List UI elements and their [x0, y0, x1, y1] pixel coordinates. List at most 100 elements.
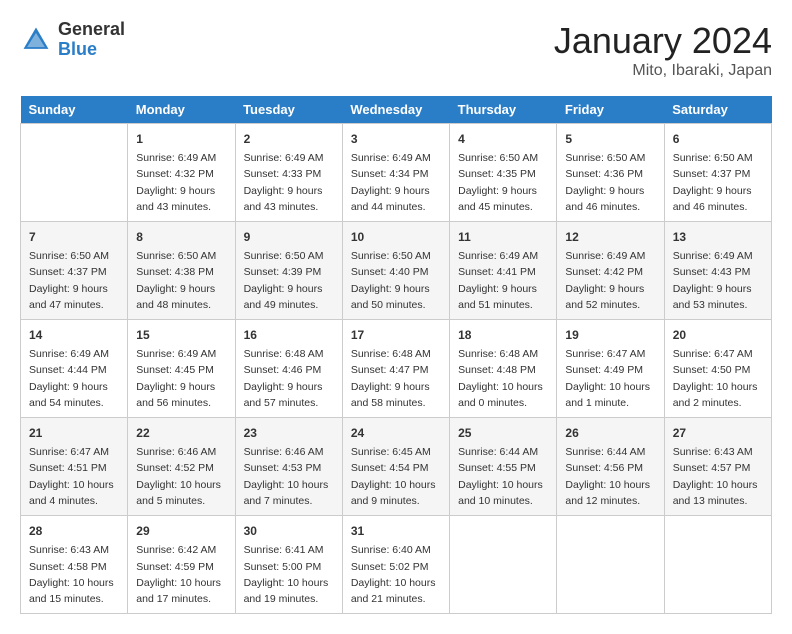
calendar-cell: 27 Sunrise: 6:43 AM Sunset: 4:57 PM Dayli… — [664, 418, 771, 516]
calendar-cell: 10 Sunrise: 6:50 AM Sunset: 4:40 PM Dayli… — [342, 222, 449, 320]
day-number: 29 — [136, 522, 226, 540]
day-number: 21 — [29, 424, 119, 442]
day-info: Sunrise: 6:50 AM Sunset: 4:38 PM Dayligh… — [136, 248, 226, 313]
day-info: Sunrise: 6:49 AM Sunset: 4:42 PM Dayligh… — [565, 248, 655, 313]
calendar-week-row: 1Sunrise: 6:49 AM Sunset: 4:32 PM Daylig… — [21, 124, 772, 222]
column-header-thursday: Thursday — [450, 96, 557, 124]
day-number: 25 — [458, 424, 548, 442]
column-header-saturday: Saturday — [664, 96, 771, 124]
day-number: 19 — [565, 326, 655, 344]
calendar-cell: 14 Sunrise: 6:49 AM Sunset: 4:44 PM Dayli… — [21, 320, 128, 418]
calendar-header-row: SundayMondayTuesdayWednesdayThursdayFrid… — [21, 96, 772, 124]
calendar-cell: 28 Sunrise: 6:43 AM Sunset: 4:58 PM Dayli… — [21, 516, 128, 614]
calendar-cell: 21Sunrise: 6:47 AM Sunset: 4:51 PM Dayli… — [21, 418, 128, 516]
day-info: Sunrise: 6:40 AM Sunset: 5:02 PM Dayligh… — [351, 542, 441, 607]
calendar-cell: 23Sunrise: 6:46 AM Sunset: 4:53 PM Dayli… — [235, 418, 342, 516]
location: Mito, Ibaraki, Japan — [554, 62, 772, 80]
day-number: 15 — [136, 326, 226, 344]
page-header: General Blue January 2024 Mito, Ibaraki,… — [20, 20, 772, 80]
day-info: Sunrise: 6:50 AM Sunset: 4:37 PM Dayligh… — [29, 248, 119, 313]
day-info: Sunrise: 6:46 AM Sunset: 4:52 PM Dayligh… — [136, 444, 226, 509]
day-number: 31 — [351, 522, 441, 540]
calendar-cell: 3 Sunrise: 6:49 AM Sunset: 4:34 PM Daylig… — [342, 124, 449, 222]
day-number: 17 — [351, 326, 441, 344]
day-number: 27 — [673, 424, 763, 442]
calendar-cell: 22 Sunrise: 6:46 AM Sunset: 4:52 PM Dayli… — [128, 418, 235, 516]
day-info: Sunrise: 6:50 AM Sunset: 4:37 PM Dayligh… — [673, 150, 763, 215]
calendar-cell: 15 Sunrise: 6:49 AM Sunset: 4:45 PM Dayli… — [128, 320, 235, 418]
calendar-cell: 6 Sunrise: 6:50 AM Sunset: 4:37 PM Daylig… — [664, 124, 771, 222]
day-number: 16 — [244, 326, 334, 344]
day-number: 8 — [136, 228, 226, 246]
calendar-cell: 25 Sunrise: 6:44 AM Sunset: 4:55 PM Dayli… — [450, 418, 557, 516]
day-number: 18 — [458, 326, 548, 344]
day-info: Sunrise: 6:49 AM Sunset: 4:34 PM Dayligh… — [351, 150, 441, 215]
day-info: Sunrise: 6:44 AM Sunset: 4:55 PM Dayligh… — [458, 444, 548, 509]
day-number: 2 — [244, 130, 334, 148]
column-header-sunday: Sunday — [21, 96, 128, 124]
day-number: 10 — [351, 228, 441, 246]
day-number: 6 — [673, 130, 763, 148]
day-number: 12 — [565, 228, 655, 246]
day-number: 26 — [565, 424, 655, 442]
day-info: Sunrise: 6:49 AM Sunset: 4:44 PM Dayligh… — [29, 346, 119, 411]
day-info: Sunrise: 6:50 AM Sunset: 4:39 PM Dayligh… — [244, 248, 334, 313]
day-info: Sunrise: 6:49 AM Sunset: 4:45 PM Dayligh… — [136, 346, 226, 411]
day-info: Sunrise: 6:49 AM Sunset: 4:43 PM Dayligh… — [673, 248, 763, 313]
day-info: Sunrise: 6:46 AM Sunset: 4:53 PM Dayligh… — [244, 444, 334, 509]
day-info: Sunrise: 6:48 AM Sunset: 4:47 PM Dayligh… — [351, 346, 441, 411]
day-number: 1 — [136, 130, 226, 148]
day-number: 14 — [29, 326, 119, 344]
day-info: Sunrise: 6:49 AM Sunset: 4:33 PM Dayligh… — [244, 150, 334, 215]
day-info: Sunrise: 6:43 AM Sunset: 4:58 PM Dayligh… — [29, 542, 119, 607]
day-number: 28 — [29, 522, 119, 540]
calendar-cell: 8 Sunrise: 6:50 AM Sunset: 4:38 PM Daylig… — [128, 222, 235, 320]
day-number: 3 — [351, 130, 441, 148]
day-number: 30 — [244, 522, 334, 540]
calendar-cell: 24Sunrise: 6:45 AM Sunset: 4:54 PM Dayli… — [342, 418, 449, 516]
calendar-cell: 18 Sunrise: 6:48 AM Sunset: 4:48 PM Dayli… — [450, 320, 557, 418]
calendar-cell: 17 Sunrise: 6:48 AM Sunset: 4:47 PM Dayli… — [342, 320, 449, 418]
calendar-cell: 30 Sunrise: 6:41 AM Sunset: 5:00 PM Dayli… — [235, 516, 342, 614]
calendar-cell: 11Sunrise: 6:49 AM Sunset: 4:41 PM Dayli… — [450, 222, 557, 320]
calendar-week-row: 21Sunrise: 6:47 AM Sunset: 4:51 PM Dayli… — [21, 418, 772, 516]
day-number: 5 — [565, 130, 655, 148]
day-number: 4 — [458, 130, 548, 148]
day-number: 22 — [136, 424, 226, 442]
calendar-cell: 4Sunrise: 6:50 AM Sunset: 4:35 PM Daylig… — [450, 124, 557, 222]
calendar-cell — [21, 124, 128, 222]
calendar-cell: 7 Sunrise: 6:50 AM Sunset: 4:37 PM Daylig… — [21, 222, 128, 320]
calendar-cell: 13Sunrise: 6:49 AM Sunset: 4:43 PM Dayli… — [664, 222, 771, 320]
column-header-friday: Friday — [557, 96, 664, 124]
logo-blue-text: Blue — [58, 40, 125, 60]
logo: General Blue — [20, 20, 125, 60]
calendar-cell: 26 Sunrise: 6:44 AM Sunset: 4:56 PM Dayli… — [557, 418, 664, 516]
day-info: Sunrise: 6:43 AM Sunset: 4:57 PM Dayligh… — [673, 444, 763, 509]
day-info: Sunrise: 6:42 AM Sunset: 4:59 PM Dayligh… — [136, 542, 226, 607]
day-number: 11 — [458, 228, 548, 246]
calendar-cell: 29 Sunrise: 6:42 AM Sunset: 4:59 PM Dayli… — [128, 516, 235, 614]
day-info: Sunrise: 6:47 AM Sunset: 4:49 PM Dayligh… — [565, 346, 655, 411]
calendar-week-row: 28 Sunrise: 6:43 AM Sunset: 4:58 PM Dayli… — [21, 516, 772, 614]
calendar-cell — [664, 516, 771, 614]
day-info: Sunrise: 6:47 AM Sunset: 4:50 PM Dayligh… — [673, 346, 763, 411]
calendar-cell: 20Sunrise: 6:47 AM Sunset: 4:50 PM Dayli… — [664, 320, 771, 418]
logo-general-text: General — [58, 20, 125, 40]
calendar-cell — [557, 516, 664, 614]
title-block: January 2024 Mito, Ibaraki, Japan — [554, 20, 772, 80]
calendar-table: SundayMondayTuesdayWednesdayThursdayFrid… — [20, 96, 772, 614]
day-info: Sunrise: 6:48 AM Sunset: 4:48 PM Dayligh… — [458, 346, 548, 411]
day-info: Sunrise: 6:45 AM Sunset: 4:54 PM Dayligh… — [351, 444, 441, 509]
day-number: 7 — [29, 228, 119, 246]
calendar-cell: 19 Sunrise: 6:47 AM Sunset: 4:49 PM Dayli… — [557, 320, 664, 418]
day-info: Sunrise: 6:48 AM Sunset: 4:46 PM Dayligh… — [244, 346, 334, 411]
calendar-cell: 12 Sunrise: 6:49 AM Sunset: 4:42 PM Dayli… — [557, 222, 664, 320]
day-number: 9 — [244, 228, 334, 246]
day-info: Sunrise: 6:41 AM Sunset: 5:00 PM Dayligh… — [244, 542, 334, 607]
day-info: Sunrise: 6:50 AM Sunset: 4:40 PM Dayligh… — [351, 248, 441, 313]
calendar-cell — [450, 516, 557, 614]
day-info: Sunrise: 6:44 AM Sunset: 4:56 PM Dayligh… — [565, 444, 655, 509]
month-title: January 2024 — [554, 20, 772, 62]
calendar-cell: 31 Sunrise: 6:40 AM Sunset: 5:02 PM Dayli… — [342, 516, 449, 614]
calendar-week-row: 7 Sunrise: 6:50 AM Sunset: 4:37 PM Daylig… — [21, 222, 772, 320]
